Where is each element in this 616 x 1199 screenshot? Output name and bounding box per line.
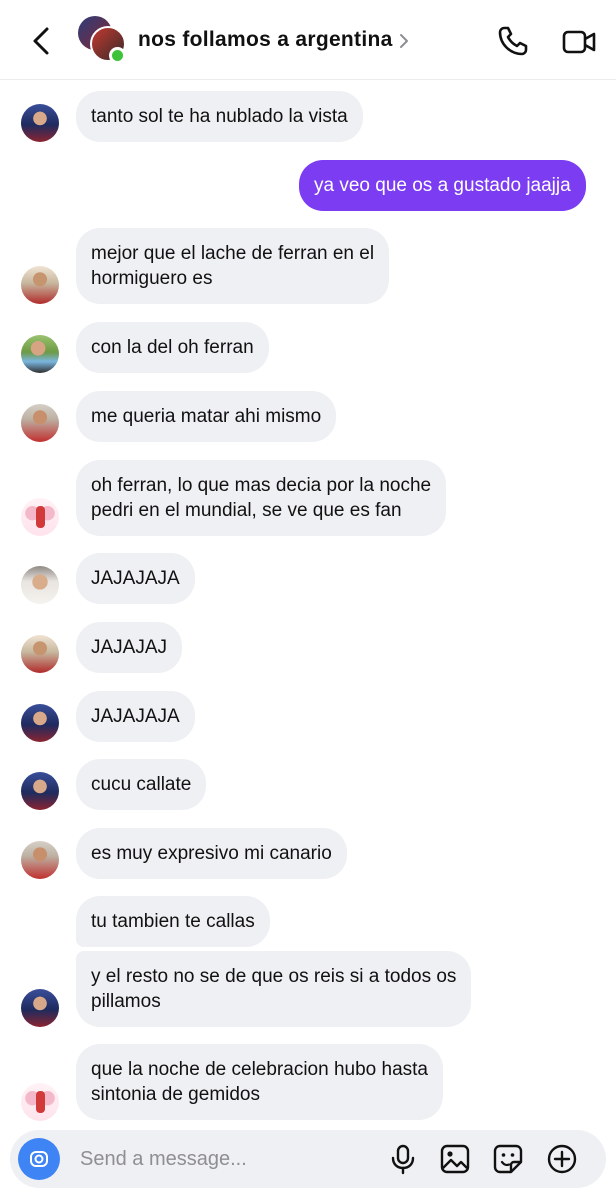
message-text: con la del oh ferran <box>91 337 254 358</box>
chat-header: nos follamos a argentina <box>0 0 616 80</box>
avatar[interactable] <box>21 404 59 442</box>
chevron-right-icon[interactable] <box>398 31 410 51</box>
message-text: tu tambien te callas <box>91 911 255 932</box>
message-text: hormiguero es <box>91 268 213 289</box>
message-bubble[interactable]: me queria matar ahi mismo <box>76 391 337 442</box>
voice-call-button[interactable] <box>496 24 530 58</box>
message-bubble[interactable]: tanto sol te ha nublado la vista <box>76 91 363 142</box>
message-text: es muy expresivo mi canario <box>91 843 332 864</box>
message-bubble-outgoing[interactable]: ya veo que os a gustado jaajja <box>299 160 586 211</box>
message-text: cucu callate <box>91 774 192 795</box>
message-text: ya veo que os a gustado jaajja <box>314 175 571 196</box>
message-text: que la noche de celebracion hubo hasta <box>91 1059 428 1080</box>
message-input[interactable] <box>80 1143 370 1175</box>
message-bubble[interactable]: JAJAJAJA <box>76 553 195 604</box>
back-button[interactable] <box>26 24 58 58</box>
avatar[interactable] <box>21 704 59 742</box>
message-text: y el resto no se de que os reis si a tod… <box>91 966 457 987</box>
message-bubble[interactable]: mejor que el lache de ferran en el hormi… <box>76 228 390 304</box>
message-text: me queria matar ahi mismo <box>91 406 322 427</box>
message-text: mejor que el lache de ferran en el <box>91 243 375 264</box>
message-text: tanto sol te ha nublado la vista <box>91 106 348 127</box>
video-call-button[interactable] <box>561 26 597 58</box>
avatar[interactable] <box>21 498 59 536</box>
gallery-button[interactable] <box>439 1143 471 1175</box>
camera-icon <box>30 1151 48 1167</box>
avatar[interactable] <box>21 566 59 604</box>
avatar[interactable] <box>21 266 59 304</box>
video-camera-icon <box>562 30 596 54</box>
message-bubble[interactable]: oh ferran, lo que mas decia por la noche… <box>76 460 447 536</box>
message-bubble[interactable]: JAJAJAJA <box>76 691 195 742</box>
avatar[interactable] <box>21 635 59 673</box>
sticker-button[interactable] <box>492 1143 524 1175</box>
avatar[interactable] <box>21 335 59 373</box>
avatar[interactable] <box>21 989 59 1027</box>
message-text: JAJAJAJA <box>91 568 180 589</box>
avatar[interactable] <box>21 772 59 810</box>
sticker-icon <box>493 1144 523 1174</box>
message-bubble[interactable]: con la del oh ferran <box>76 322 269 373</box>
chevron-left-icon <box>33 27 49 55</box>
microphone-button[interactable] <box>387 1143 419 1175</box>
image-icon <box>440 1144 470 1174</box>
group-avatar[interactable] <box>78 16 128 66</box>
avatar[interactable] <box>21 104 59 142</box>
message-composer <box>10 1130 606 1188</box>
message-text: pedri en el mundial, se ve que es fan <box>91 500 402 521</box>
message-text: pillamos <box>91 991 161 1012</box>
message-text: JAJAJAJ <box>91 637 168 658</box>
message-bubble[interactable]: y el resto no se de que os reis si a tod… <box>76 951 472 1027</box>
message-text: oh ferran, lo que mas decia por la noche <box>91 475 432 496</box>
chat-title[interactable]: nos follamos a argentina <box>138 28 393 52</box>
plus-circle-icon <box>547 1144 577 1174</box>
microphone-icon <box>391 1144 415 1175</box>
camera-button[interactable] <box>18 1138 60 1180</box>
message-bubble[interactable]: cucu callate <box>76 759 207 810</box>
message-bubble[interactable]: es muy expresivo mi canario <box>76 828 347 879</box>
message-text: sintonia de gemidos <box>91 1084 260 1105</box>
phone-icon <box>498 26 528 56</box>
message-bubble[interactable]: tu tambien te callas <box>76 896 270 947</box>
avatar[interactable] <box>21 1083 59 1121</box>
message-text: JAJAJAJA <box>91 706 180 727</box>
online-indicator <box>109 47 126 64</box>
message-bubble[interactable]: JAJAJAJ <box>76 622 183 673</box>
more-button[interactable] <box>546 1143 578 1175</box>
message-bubble[interactable]: que la noche de celebracion hubo hasta s… <box>76 1044 443 1120</box>
avatar[interactable] <box>21 841 59 879</box>
